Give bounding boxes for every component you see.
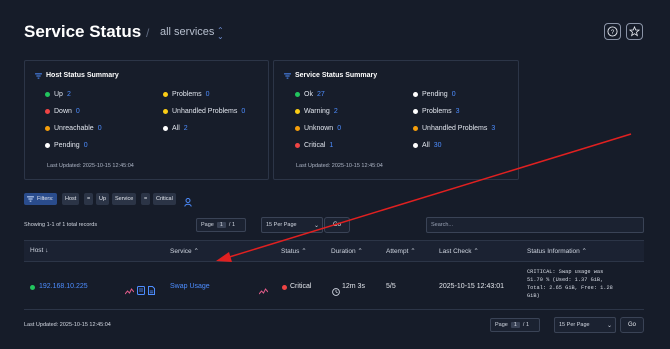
annotation-arrow xyxy=(216,133,632,262)
